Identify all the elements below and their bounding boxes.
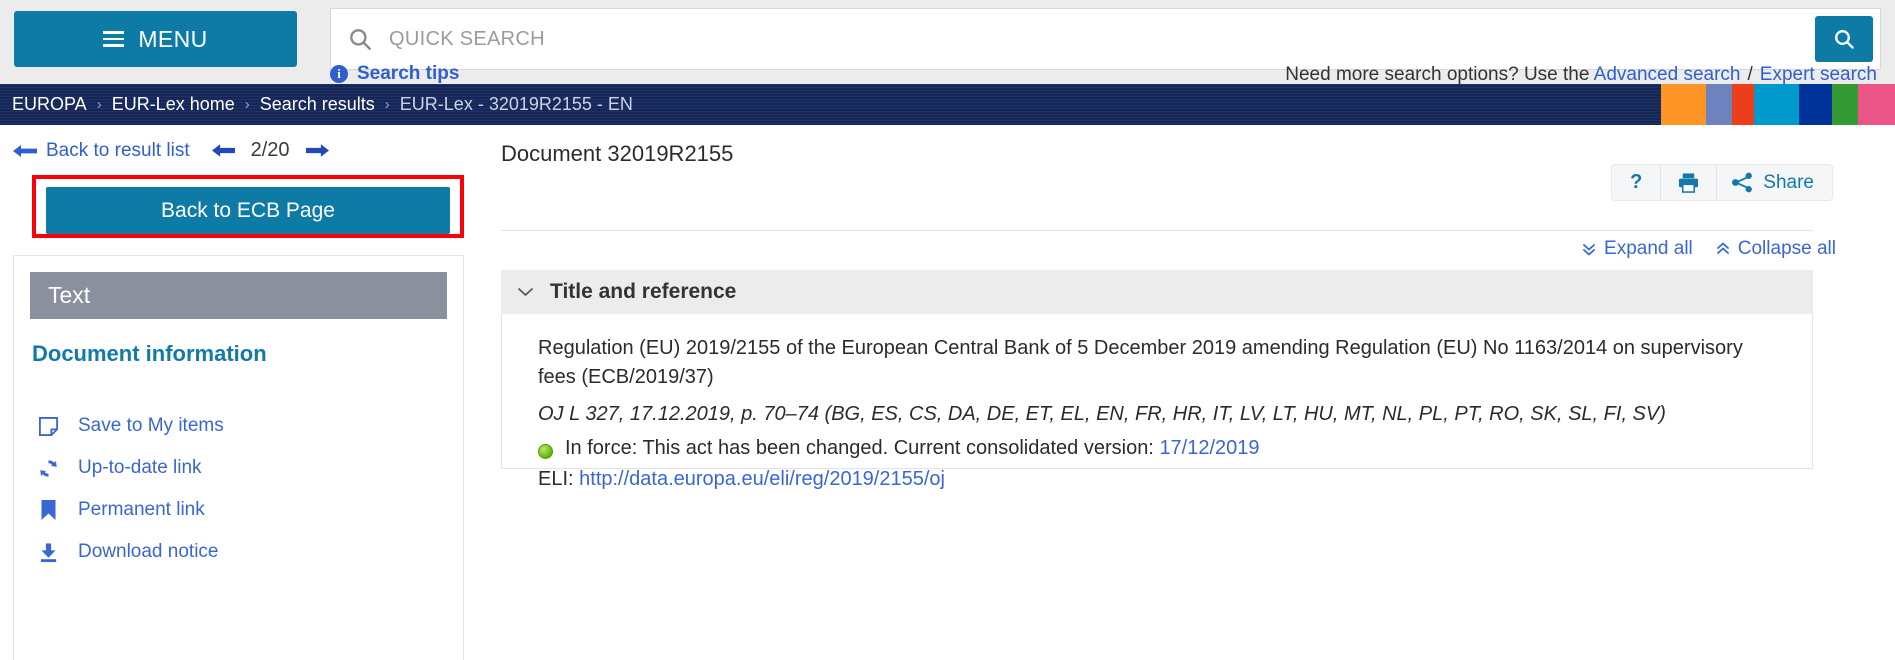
menu-button[interactable]: MENU — [14, 11, 297, 67]
share-icon — [1731, 172, 1754, 193]
breadcrumb-item-eurlex-home[interactable]: EUR-Lex home — [112, 94, 235, 115]
search-icon — [1832, 27, 1856, 51]
status-text: In force: This act has been changed. Cur… — [565, 437, 1260, 460]
document-title-text: Regulation (EU) 2019/2155 of the Europea… — [538, 337, 1743, 388]
permanent-link[interactable]: Permanent link — [36, 498, 205, 522]
section-header-title-and-reference[interactable]: Title and reference — [501, 270, 1813, 314]
side-panel-header: Text — [30, 272, 447, 319]
result-navigation: Back to result list 2/20 — [13, 139, 329, 162]
side-panel-item-label: Save to My items — [78, 415, 224, 436]
download-notice-link[interactable]: Download notice — [36, 540, 218, 564]
search-tips-link[interactable]: i Search tips — [330, 63, 459, 85]
breadcrumb-bar: EUROPA › EUR-Lex home › Search results ›… — [0, 84, 1895, 125]
search-input[interactable] — [387, 9, 1767, 69]
search-box — [330, 8, 1881, 70]
download-icon — [36, 540, 60, 564]
section-title: Title and reference — [550, 280, 737, 303]
list-item[interactable]: Up-to-date link — [14, 447, 463, 489]
print-button[interactable] — [1661, 165, 1718, 200]
menu-button-label: MENU — [138, 25, 208, 52]
expand-collapse-controls: Expand all Collapse all — [1581, 238, 1836, 260]
help-button[interactable]: ? — [1612, 165, 1662, 200]
chevron-double-up-icon — [1715, 241, 1731, 257]
breadcrumb-item-search-results[interactable]: Search results — [260, 94, 375, 115]
breadcrumb-item-europa[interactable]: EUROPA — [12, 94, 87, 115]
collapse-all-link[interactable]: Collapse all — [1715, 238, 1836, 260]
section-body-title-and-reference: Regulation (EU) 2019/2155 of the Europea… — [501, 314, 1813, 490]
share-label: Share — [1763, 171, 1814, 193]
result-pager: 2/20 — [211, 139, 329, 162]
list-item[interactable]: Download notice — [14, 531, 463, 573]
document-information-link[interactable]: Document information — [32, 341, 267, 367]
chevron-right-icon: › — [244, 96, 250, 113]
link-separator: / — [1747, 64, 1753, 85]
advanced-search-link[interactable]: Advanced search — [1594, 64, 1741, 85]
back-to-result-list-link[interactable]: Back to result list — [13, 140, 190, 162]
more-search-options: Need more search options? Use the Advanc… — [1285, 64, 1877, 86]
chevron-right-icon: › — [96, 96, 102, 113]
note-icon — [36, 414, 60, 438]
eli-link[interactable]: http://data.europa.eu/eli/reg/2019/2155/… — [579, 468, 945, 490]
chevron-down-icon — [517, 286, 534, 298]
top-search-bar: MENU i Search tips Need more search opti… — [0, 0, 1895, 86]
info-icon: i — [330, 65, 348, 83]
back-to-result-list-label: Back to result list — [46, 139, 190, 161]
status-row: In force: This act has been changed. Cur… — [538, 437, 1784, 460]
search-submit-button[interactable] — [1815, 16, 1873, 62]
search-tips-label: Search tips — [357, 63, 460, 84]
page-body: Back to result list 2/20 Back to ECB Pag… — [0, 125, 1895, 660]
status-badge — [538, 444, 553, 459]
main-content: Document 32019R2155 ? Share Expand all C… — [500, 125, 1840, 660]
oj-reference: OJ L 327, 17.12.2019, p. 70–74 (BG, ES, … — [538, 403, 1666, 425]
side-panel-actions: Save to My items Up-to-date link Permane… — [14, 405, 463, 573]
page-title: Document 32019R2155 — [501, 141, 734, 166]
eli-row: ELI: http://data.europa.eu/eli/reg/2019/… — [538, 468, 1784, 491]
consolidated-version-link[interactable]: 17/12/2019 — [1159, 437, 1259, 459]
more-options-prefix: Need more search options? Use the — [1285, 64, 1594, 85]
side-panel-item-label: Download notice — [78, 541, 219, 562]
side-panel-item-label: Up-to-date link — [78, 457, 202, 478]
refresh-icon — [36, 456, 60, 480]
print-icon — [1677, 172, 1700, 193]
collapse-all-label: Collapse all — [1737, 238, 1836, 259]
status-prefix: In force: This act has been changed. Cur… — [565, 437, 1160, 459]
eli-prefix: ELI: — [538, 468, 580, 490]
document-side-panel: Text Document information Save to My ite… — [13, 255, 464, 660]
share-button[interactable]: Share — [1717, 165, 1832, 200]
pager-count: 2/20 — [250, 139, 290, 161]
search-icon — [347, 26, 373, 52]
expand-all-link[interactable]: Expand all — [1581, 238, 1693, 260]
back-to-ecb-page-button[interactable]: Back to ECB Page — [46, 187, 450, 234]
side-panel-item-label: Permanent link — [78, 499, 205, 520]
pager-prev-icon[interactable] — [211, 142, 235, 159]
bookmark-icon — [36, 498, 60, 522]
breadcrumb-item-current: EUR-Lex - 32019R2155 - EN — [399, 94, 633, 114]
hamburger-icon — [103, 31, 125, 47]
divider — [501, 230, 1813, 231]
save-to-my-items-link[interactable]: Save to My items — [36, 414, 224, 438]
list-item[interactable]: Permanent link — [14, 489, 463, 531]
list-item[interactable]: Save to My items — [14, 405, 463, 447]
arrow-left-icon — [13, 143, 37, 159]
document-toolbar: ? Share — [1611, 164, 1833, 201]
back-to-ecb-highlight-box: Back to ECB Page — [32, 175, 464, 238]
up-to-date-link[interactable]: Up-to-date link — [36, 456, 202, 480]
chevron-right-icon: › — [384, 96, 390, 113]
chevron-double-down-icon — [1581, 241, 1597, 257]
expand-all-label: Expand all — [1604, 238, 1693, 259]
help-icon: ? — [1630, 171, 1643, 193]
expert-search-link[interactable]: Expert search — [1760, 64, 1877, 85]
left-column: Back to result list 2/20 Back to ECB Pag… — [0, 125, 470, 660]
eu-color-strip — [1661, 84, 1895, 125]
pager-next-icon[interactable] — [305, 142, 329, 159]
breadcrumb: EUROPA › EUR-Lex home › Search results ›… — [0, 94, 633, 115]
